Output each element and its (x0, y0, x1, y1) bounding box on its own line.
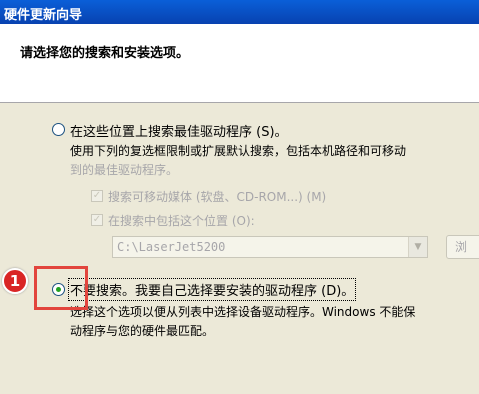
window-title: 硬件更新向导 (4, 8, 83, 23)
search-description: 使用下列的复选框限制或扩展默认搜索，包括本机路径和可移动 到的最佳驱动程序。 (70, 142, 479, 180)
checkbox-removable-media[interactable]: ✓ (91, 190, 103, 202)
radio-search-best-driver[interactable] (52, 123, 65, 136)
title-bar: 硬件更新向导 (0, 0, 479, 24)
location-combobox[interactable]: C:\LaserJet5200 ▼ (112, 236, 428, 258)
browse-button[interactable]: 浏 (446, 235, 479, 259)
radio-search-label[interactable]: 在这些位置上搜索最佳驱动程序 (S)。 (70, 121, 288, 140)
search-description-line2: 到的最佳驱动程序。 (70, 163, 179, 177)
wizard-header: 请选择您的搜索和安装选项。 (0, 24, 479, 103)
manual-description-line2: 动程序与您的硬件最匹配。 (70, 324, 215, 338)
annotation-number-badge: 1 (2, 268, 28, 294)
checkbox-location-label[interactable]: 在搜索中包括这个位置 (O): (108, 212, 255, 229)
annotation-highlight-box (34, 266, 88, 310)
location-value: C:\LaserJet5200 (117, 240, 226, 254)
radio-dont-search-label[interactable]: 不要搜索。我要自己选择要安装的驱动程序 (D)。 (67, 278, 357, 301)
search-description-line1: 使用下列的复选框限制或扩展默认搜索，包括本机路径和可移动 (70, 144, 407, 158)
manual-description-line1: 选择这个选项以便从列表中选择设备驱动程序。Windows 不能保 (70, 305, 416, 319)
dropdown-arrow-icon[interactable]: ▼ (408, 237, 427, 257)
manual-description: 选择这个选项以便从列表中选择设备驱动程序。Windows 不能保 动程序与您的硬… (70, 303, 479, 341)
checkbox-include-location[interactable]: ✓ (91, 214, 103, 226)
header-instruction: 请选择您的搜索和安装选项。 (20, 46, 190, 61)
checkbox-removable-label[interactable]: 搜索可移动媒体 (软盘、CD-ROM...) (M) (108, 188, 326, 205)
